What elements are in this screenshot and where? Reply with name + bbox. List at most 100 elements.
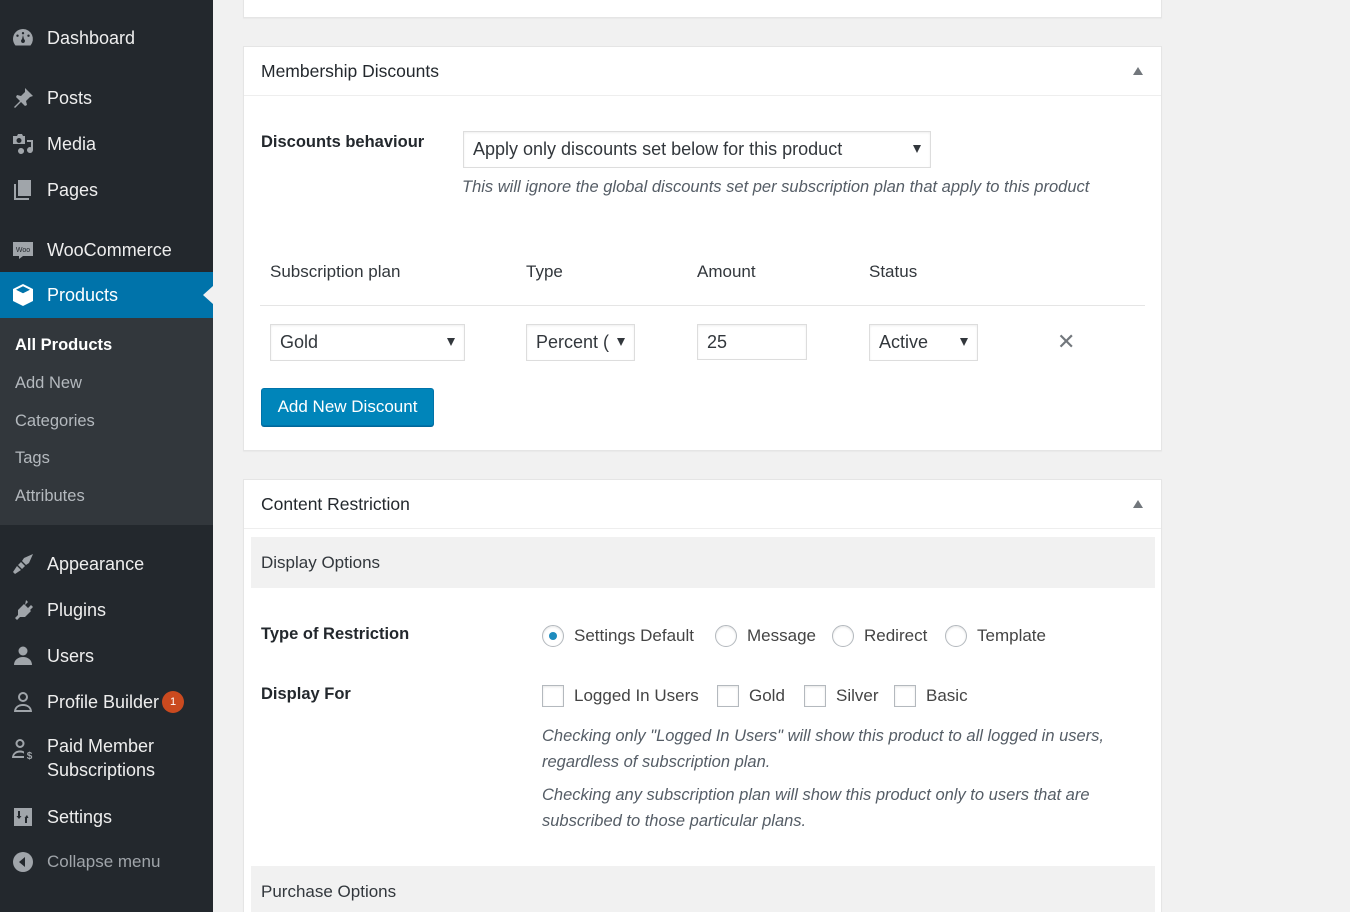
radio-redirect[interactable]: Redirect [832,625,927,647]
subscription-plan-select[interactable]: Gold [270,324,465,361]
submenu-categories[interactable]: Categories [15,412,95,431]
collapse-arrow-icon [10,849,36,875]
sidebar-label-multiline: Paid Member Subscriptions [47,734,155,782]
radio-settings-default[interactable]: Settings Default [542,625,694,647]
membership-discounts-panel: Membership Discounts Discounts behaviour… [243,46,1162,451]
display-for-label: Display For [261,685,351,703]
checkbox-gold[interactable]: Gold [717,685,785,707]
content-restriction-panel: Content Restriction Display Options Type… [243,479,1162,912]
description-line: Checking any subscription plan will show… [542,786,1090,804]
option-label: Message [747,626,816,645]
checkbox[interactable] [894,685,916,707]
remove-discount-icon[interactable]: ✕ [1057,329,1075,355]
description-line: Checking only "Logged In Users" will sho… [542,727,1105,745]
chevron-down-icon [913,145,921,153]
checkbox-silver[interactable]: Silver [804,685,879,707]
sidebar-item-settings[interactable]: Settings [0,801,213,833]
sidebar-item-posts[interactable]: Posts [0,82,213,114]
sidebar-label: Products [47,284,119,305]
radio-message[interactable]: Message [715,625,816,647]
checkbox-logged-in-users[interactable]: Logged In Users [542,685,699,707]
radio-button[interactable] [542,625,564,647]
sidebar-item-appearance[interactable]: Appearance [0,548,213,580]
panel-header[interactable]: Content Restriction [244,480,1161,529]
radio-button[interactable] [832,625,854,647]
panel-header[interactable]: Membership Discounts [244,47,1161,96]
user-icon [10,643,36,669]
dashboard-icon [10,25,36,51]
sidebar-item-plugins[interactable]: Plugins [0,594,213,626]
submenu-all-products[interactable]: All Products [15,336,112,355]
discount-status-select[interactable]: Active [869,324,978,361]
sidebar-item-media[interactable]: Media [0,128,213,160]
sidebar-item-woocommerce[interactable]: Woo WooCommerce [0,234,213,266]
panel-title: Content Restriction [261,493,410,514]
plug-icon [10,597,36,623]
products-submenu: All Products Add New Categories Tags Att… [0,318,213,525]
sidebar-label-line2: Subscriptions [47,760,156,780]
description-line: regardless of subscription plan. [542,753,771,771]
checkbox[interactable] [804,685,826,707]
column-header-status: Status [869,262,918,281]
update-count-badge: 1 [162,691,185,713]
sidebar-label: Media [47,133,97,154]
panel-title: Membership Discounts [261,60,439,81]
column-header-amount: Amount [697,262,756,281]
submenu-add-new[interactable]: Add New [15,374,82,393]
option-label: Silver [836,686,879,705]
submenu-tags[interactable]: Tags [15,449,50,468]
sidebar-label: Profile Builder [47,691,160,712]
radio-button[interactable] [715,625,737,647]
sidebar-label: Users [47,645,95,666]
sidebar-label-line1: Paid Member [47,736,155,756]
discount-type-select[interactable]: Percent ( [526,324,635,361]
column-header-type: Type [526,262,563,281]
collapse-menu-button[interactable]: Collapse menu [0,846,213,878]
brush-icon [10,551,36,577]
sidebar-label: WooCommerce [47,239,172,260]
sidebar-item-profile-builder[interactable]: Profile Builder 1 [0,686,213,718]
checkbox[interactable] [717,685,739,707]
discounts-behaviour-label: Discounts behaviour [261,133,425,151]
sidebar-label: Pages [47,179,99,200]
chevron-down-icon [617,338,625,346]
pages-icon [10,177,36,203]
select-value: Percent ( [536,332,610,352]
submenu-attributes[interactable]: Attributes [15,487,85,506]
sliders-icon [10,804,36,830]
pin-icon [10,85,36,111]
sidebar-item-pages[interactable]: Pages [0,174,213,206]
type-of-restriction-label: Type of Restriction [261,625,410,643]
option-label: Redirect [864,626,928,645]
collapse-toggle-icon[interactable] [1133,500,1143,508]
display-options-header: Display Options [251,537,1155,588]
add-new-discount-button[interactable]: Add New Discount [261,388,434,426]
profile-icon [10,689,36,715]
discounts-behaviour-select[interactable]: Apply only discounts set below for this … [463,131,931,168]
discount-amount-input[interactable] [697,324,807,360]
select-value: Active [879,332,929,352]
sidebar-item-users[interactable]: Users [0,640,213,672]
chevron-down-icon [960,338,968,346]
woo-icon: Woo [10,237,36,263]
sidebar-item-products[interactable]: Products [0,272,213,318]
option-label: Basic [926,686,968,705]
box-icon [10,282,36,308]
radio-button[interactable] [945,625,967,647]
select-value: Gold [280,332,319,352]
member-dollar-icon: $ [10,736,36,762]
sidebar-label: Posts [47,87,93,108]
collapse-label: Collapse menu [47,852,161,871]
option-label: Gold [749,686,785,705]
svg-text:Woo: Woo [16,247,30,254]
sidebar-item-paid-member-subscriptions[interactable]: $ Paid Member Subscriptions [0,734,213,786]
collapse-toggle-icon[interactable] [1133,67,1143,75]
sidebar-item-dashboard[interactable]: Dashboard [0,22,213,54]
display-for-description-1: Checking only "Logged In Users" will sho… [542,723,1104,775]
sidebar-label: Plugins [47,599,107,620]
previous-panel [243,0,1162,18]
checkbox[interactable] [542,685,564,707]
checkbox-basic[interactable]: Basic [894,685,968,707]
radio-template[interactable]: Template [945,625,1046,647]
select-value: Apply only discounts set below for this … [473,139,843,159]
